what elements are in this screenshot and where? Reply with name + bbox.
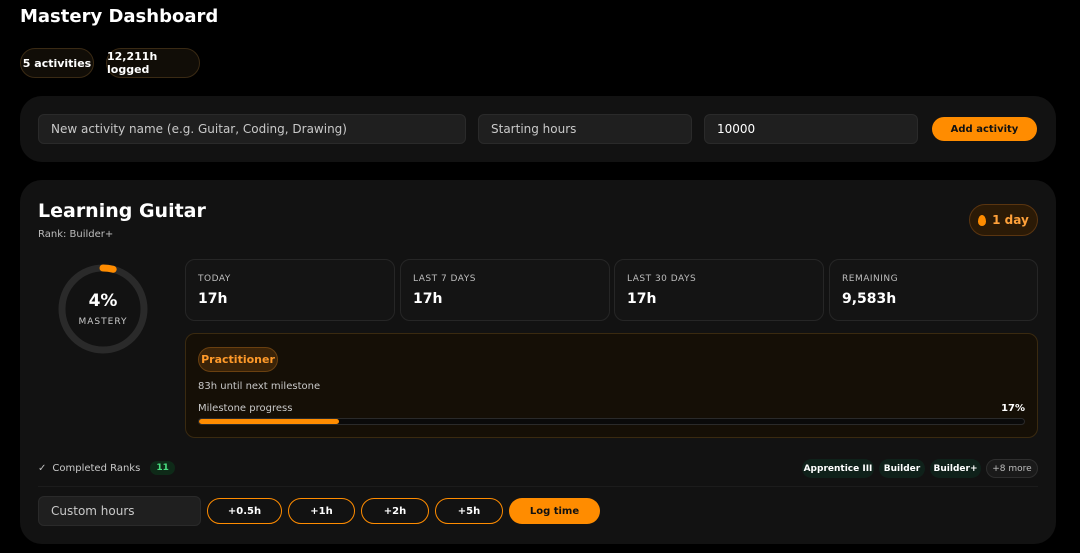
page-title: Mastery Dashboard bbox=[20, 6, 219, 27]
stat-value: 17h bbox=[198, 291, 228, 307]
milestone-progress-label: Milestone progress bbox=[198, 403, 293, 414]
milestone-next: 83h until next milestone bbox=[198, 381, 321, 392]
rank-tag: Builder bbox=[879, 459, 925, 478]
target-hours-input[interactable]: 10000 bbox=[704, 114, 918, 144]
stat-label: LAST 30 DAYS bbox=[627, 274, 697, 284]
completed-ranks-label: Completed Ranks bbox=[52, 462, 141, 474]
activity-title: Learning Guitar bbox=[38, 200, 206, 222]
add-activity-panel: New activity name (e.g. Guitar, Coding, … bbox=[20, 96, 1056, 162]
milestone-progress-bar bbox=[198, 418, 1025, 425]
stat-value: 9,583h bbox=[842, 291, 897, 307]
completed-ranks-toggle[interactable]: ✓ Completed Ranks 11 bbox=[38, 461, 175, 475]
check-icon: ✓ bbox=[38, 462, 47, 474]
hours-logged-badge: 12,211h logged bbox=[106, 48, 200, 78]
add-1-hour-button[interactable]: +1h bbox=[288, 498, 355, 524]
activities-count-badge: 5 activities bbox=[20, 48, 94, 78]
stat-remaining: REMAINING 9,583h bbox=[829, 259, 1038, 321]
starting-hours-input[interactable]: Starting hours bbox=[478, 114, 692, 144]
tier-badge: Practitioner bbox=[198, 347, 278, 372]
log-time-button[interactable]: Log time bbox=[509, 498, 600, 524]
rank-tag: Apprentice III bbox=[802, 459, 874, 478]
stat-label: TODAY bbox=[198, 274, 231, 284]
stat-today: TODAY 17h bbox=[185, 259, 395, 321]
milestone-progress-fill bbox=[199, 419, 340, 424]
divider bbox=[38, 486, 1038, 487]
streak-label: 1 day bbox=[992, 213, 1029, 227]
stat-value: 17h bbox=[627, 291, 657, 307]
milestone-progress-percent: 17% bbox=[1001, 403, 1025, 414]
add-5-hours-button[interactable]: +5h bbox=[435, 498, 503, 524]
activity-rank: Rank: Builder+ bbox=[38, 229, 114, 240]
stat-last-7-days: LAST 7 DAYS 17h bbox=[400, 259, 610, 321]
activity-card: Learning Guitar Rank: Builder+ 1 day 4% … bbox=[20, 180, 1056, 544]
milestone-card: Practitioner 83h until next milestone Mi… bbox=[185, 333, 1038, 438]
activity-name-input[interactable]: New activity name (e.g. Guitar, Coding, … bbox=[38, 114, 466, 144]
rank-tag: Builder+ bbox=[930, 459, 981, 478]
add-2-hours-button[interactable]: +2h bbox=[361, 498, 429, 524]
custom-hours-input[interactable]: Custom hours bbox=[38, 496, 201, 526]
stat-value: 17h bbox=[413, 291, 443, 307]
stat-last-30-days: LAST 30 DAYS 17h bbox=[614, 259, 824, 321]
streak-badge: 1 day bbox=[969, 204, 1038, 236]
more-ranks-tag[interactable]: +8 more bbox=[986, 459, 1038, 478]
mastery-percent: 4% bbox=[88, 291, 118, 311]
mastery-label: MASTERY bbox=[78, 317, 128, 327]
mastery-ring: 4% MASTERY bbox=[56, 262, 150, 356]
completed-ranks-count: 11 bbox=[150, 461, 175, 475]
stat-label: REMAINING bbox=[842, 274, 899, 284]
flame-icon bbox=[978, 214, 987, 226]
stat-label: LAST 7 DAYS bbox=[413, 274, 476, 284]
add-activity-button[interactable]: Add activity bbox=[932, 117, 1037, 141]
add-half-hour-button[interactable]: +0.5h bbox=[207, 498, 282, 524]
